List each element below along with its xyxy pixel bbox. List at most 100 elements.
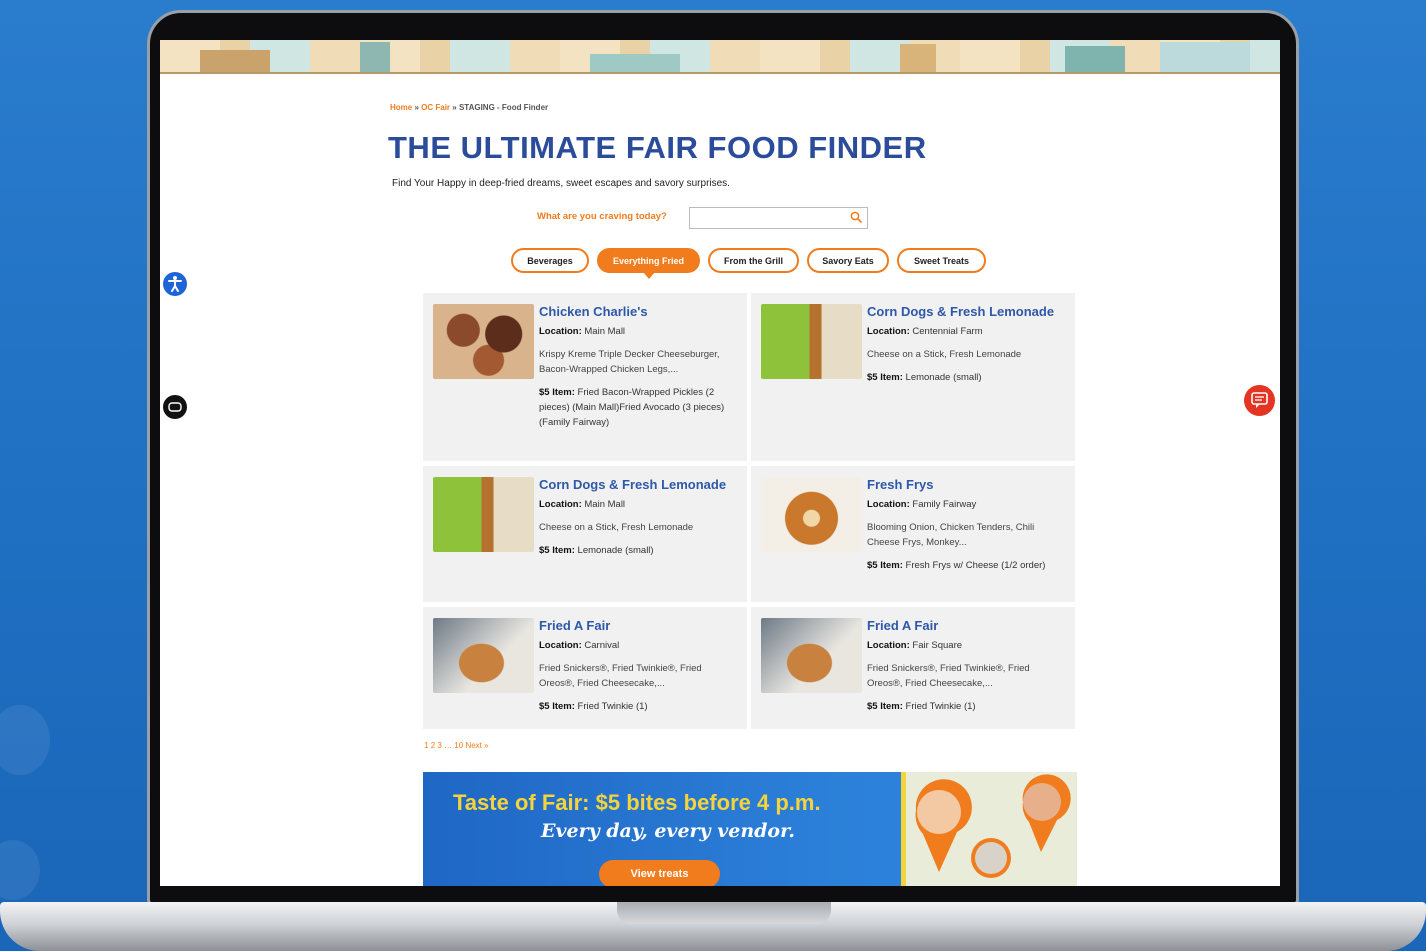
page-title: THE ULTIMATE FAIR FOOD FINDER — [388, 130, 927, 165]
tab-everything-fried[interactable]: Everything Fried — [597, 248, 700, 279]
breadcrumb-separator: » — [450, 103, 459, 112]
vendor-five-dollar-item: $5 Item: Fried Twinkie (1) — [867, 699, 1067, 714]
five-item-label: $5 Item: — [867, 700, 903, 712]
vendor-five-dollar-item: $5 Item: Fresh Frys w/ Cheese (1/2 order… — [867, 558, 1067, 573]
location-label: Location: — [539, 325, 582, 337]
search-label: What are you craving today? — [537, 211, 667, 222]
page-link-1[interactable]: 1 — [424, 741, 428, 750]
vendor-description: Krispy Kreme Triple Decker Cheeseburger,… — [539, 348, 720, 375]
background-decoration — [0, 840, 40, 900]
pagination: 1 2 3 … 10 Next » — [424, 741, 489, 750]
chat-button[interactable] — [1244, 385, 1275, 416]
vendor-location: Location: Main Mall — [539, 325, 739, 338]
vendor-location: Location: Fair Square — [867, 639, 1067, 652]
location-value: Main Mall — [584, 325, 626, 337]
background-decoration — [0, 705, 50, 775]
breadcrumb-home-link[interactable]: Home — [390, 103, 412, 112]
vendor-five-dollar-item: $5 Item: Lemonade (small) — [539, 543, 739, 558]
promo-title: Taste of Fair: $5 bites before 4 p.m. — [453, 790, 821, 815]
five-item-value: Fried Twinkie (1) — [577, 700, 648, 712]
page-link-2[interactable]: 2 — [431, 741, 435, 750]
vendor-card[interactable]: Chicken Charlie's Location: Main Mall Kr… — [423, 293, 747, 461]
vendor-image[interactable] — [433, 477, 534, 552]
tab-sweet-treats[interactable]: Sweet Treats — [897, 248, 986, 273]
vendor-card[interactable]: Fresh Frys Location: Family Fairway Bloo… — [751, 466, 1075, 602]
vendor-description: Blooming Onion, Chicken Tenders, Chili C… — [867, 521, 1035, 548]
promo-banner[interactable]: Taste of Fair: $5 bites before 4 p.m. Ev… — [423, 772, 1077, 886]
vendor-image[interactable] — [433, 304, 534, 379]
page-link-10[interactable]: 10 — [454, 741, 463, 750]
page-link-3[interactable]: 3 — [437, 741, 441, 750]
vendor-description: Fried Snickers®, Fried Twinkie®, Fried O… — [539, 662, 702, 689]
vendor-card[interactable]: Corn Dogs & Fresh Lemonade Location: Mai… — [423, 466, 747, 602]
vendor-five-dollar-item: $5 Item: Lemonade (small) — [867, 370, 1067, 385]
vendor-location: Location: Main Mall — [539, 498, 739, 511]
vendor-location: Location: Carnival — [539, 639, 739, 652]
location-value: Main Mall — [584, 498, 626, 510]
vendor-image[interactable] — [761, 477, 862, 552]
location-label: Location: — [539, 498, 582, 510]
vendor-name[interactable]: Corn Dogs & Fresh Lemonade — [539, 477, 739, 493]
five-item-label: $5 Item: — [539, 700, 575, 712]
vendor-five-dollar-item: $5 Item: Fried Twinkie (1) — [539, 699, 739, 714]
vendor-description: Fried Snickers®, Fried Twinkie®, Fried O… — [867, 662, 1030, 689]
location-label: Location: — [867, 325, 910, 337]
five-item-value: Fresh Frys w/ Cheese (1/2 order) — [905, 559, 1046, 571]
vendor-description: Cheese on a Stick, Fresh Lemonade — [867, 348, 1022, 360]
promo-subtitle: Every day, every vendor. — [541, 820, 795, 842]
tab-savory-eats[interactable]: Savory Eats — [807, 248, 889, 273]
breadcrumb-current: STAGING - Food Finder — [458, 103, 549, 112]
location-value: Carnival — [584, 639, 620, 651]
browser-viewport: Home » OC Fair » STAGING - Food Finder T… — [160, 40, 1280, 886]
search-icon[interactable] — [850, 211, 862, 223]
breadcrumb-separator: » — [412, 103, 422, 112]
breadcrumb-parent-link[interactable]: OC Fair — [421, 103, 450, 112]
location-value: Fair Square — [912, 639, 963, 651]
map-pin-icon — [915, 774, 1071, 878]
five-item-label: $5 Item: — [867, 371, 903, 383]
location-label: Location: — [867, 639, 910, 651]
location-label: Location: — [867, 498, 910, 510]
vendor-name[interactable]: Fresh Frys — [867, 477, 1067, 493]
search-box — [689, 207, 868, 229]
location-label: Location: — [539, 639, 582, 651]
captions-button[interactable] — [163, 395, 187, 419]
vendor-name[interactable]: Fried A Fair — [539, 618, 739, 634]
accessibility-button[interactable] — [163, 272, 187, 296]
vendor-description: Cheese on a Stick, Fresh Lemonade — [539, 521, 694, 533]
vendor-name[interactable]: Corn Dogs & Fresh Lemonade — [867, 304, 1067, 320]
five-item-label: $5 Item: — [867, 559, 903, 571]
search-input[interactable] — [690, 208, 840, 229]
accessibility-icon — [168, 276, 182, 292]
chat-icon — [1251, 392, 1268, 408]
tab-beverages[interactable]: Beverages — [511, 248, 589, 273]
vendor-name[interactable]: Chicken Charlie's — [539, 304, 739, 320]
location-value: Family Fairway — [912, 498, 977, 510]
breadcrumb: Home » OC Fair » STAGING - Food Finder — [390, 103, 548, 112]
five-item-value: Lemonade (small) — [577, 544, 654, 556]
page-tagline: Find Your Happy in deep-fried dreams, sw… — [392, 178, 730, 189]
vendor-five-dollar-item: $5 Item: Fried Bacon-Wrapped Pickles (2 … — [539, 385, 739, 430]
tab-from-the-grill[interactable]: From the Grill — [708, 248, 799, 273]
five-item-value: Lemonade (small) — [905, 371, 982, 383]
five-item-label: $5 Item: — [539, 386, 575, 398]
vendor-image[interactable] — [433, 618, 534, 693]
laptop-hinge-notch — [617, 902, 831, 924]
next-page-link[interactable]: Next » — [465, 741, 488, 750]
vendor-location: Location: Centennial Farm — [867, 325, 1067, 338]
fair-illustration-banner — [160, 40, 1280, 74]
pagination-ellipsis: … — [444, 741, 453, 750]
vendor-image[interactable] — [761, 618, 862, 693]
vendor-card[interactable]: Fried A Fair Location: Fair Square Fried… — [751, 607, 1075, 729]
five-item-label: $5 Item: — [539, 544, 575, 556]
vendor-card[interactable]: Fried A Fair Location: Carnival Fried Sn… — [423, 607, 747, 729]
five-item-value: Fried Twinkie (1) — [905, 700, 976, 712]
vendor-card[interactable]: Corn Dogs & Fresh Lemonade Location: Cen… — [751, 293, 1075, 461]
cc-icon — [168, 402, 182, 412]
location-value: Centennial Farm — [912, 325, 983, 337]
view-treats-button[interactable]: View treats — [599, 860, 720, 886]
fair-map-image — [901, 772, 1077, 886]
vendor-name[interactable]: Fried A Fair — [867, 618, 1067, 634]
vendor-image[interactable] — [761, 304, 862, 379]
vendor-location: Location: Family Fairway — [867, 498, 1067, 511]
